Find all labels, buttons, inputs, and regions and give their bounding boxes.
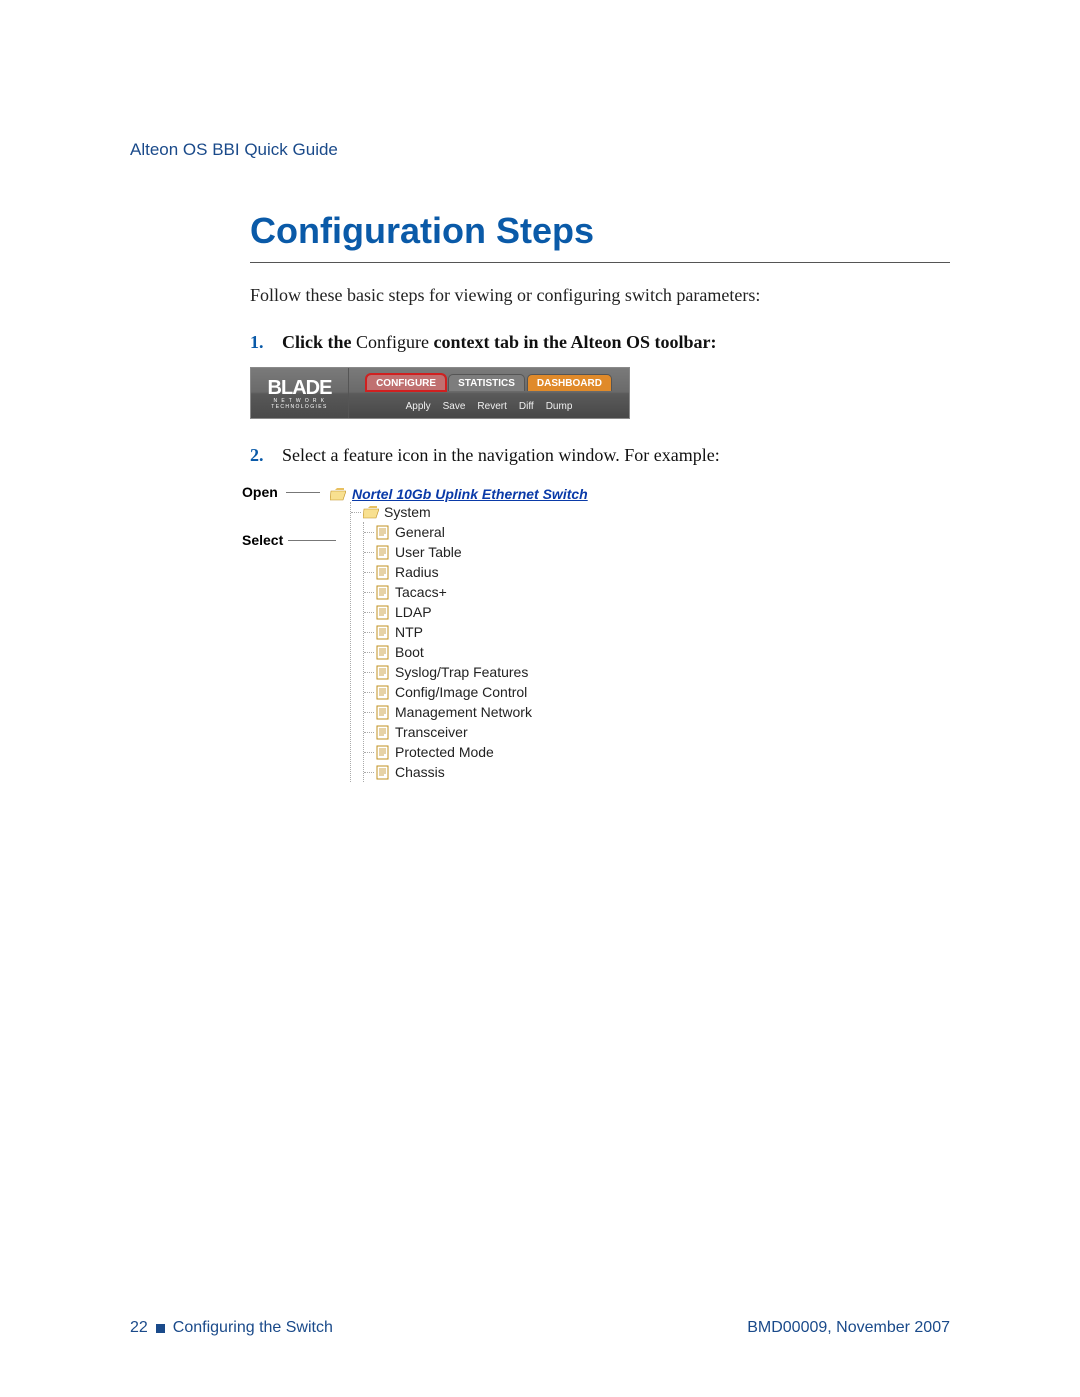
revert-button[interactable]: Revert — [477, 401, 506, 412]
dump-button[interactable]: Dump — [546, 401, 573, 412]
page-icon — [376, 685, 390, 700]
tree-item-label: Chassis — [395, 764, 445, 780]
page-icon — [376, 705, 390, 720]
tree-item[interactable]: Tacacs+ — [364, 582, 630, 602]
callout-line-open — [286, 492, 320, 493]
intro-text: Follow these basic steps for viewing or … — [250, 285, 950, 306]
page-footer: 22 Configuring the Switch BMD00009, Nove… — [130, 1319, 950, 1337]
tree-item-label: Protected Mode — [395, 744, 494, 760]
footer-left: 22 Configuring the Switch — [130, 1319, 333, 1337]
page-icon — [376, 745, 390, 760]
tree-node-system-label: System — [384, 504, 431, 520]
page-icon — [376, 725, 390, 740]
callout-open: Open — [242, 484, 278, 500]
tree-item-label: Management Network — [395, 704, 532, 720]
tree-root[interactable]: Nortel 10Gb Uplink Ethernet Switch — [330, 486, 630, 502]
tab-configure[interactable]: CONFIGURE — [366, 374, 446, 391]
step-2-text: Select a feature icon in the navigation … — [282, 445, 720, 466]
nav-tree-figure: Open Select Nortel 10Gb Uplink Ethernet … — [250, 480, 630, 788]
title-rule — [250, 262, 950, 263]
page-icon — [376, 605, 390, 620]
tree-item[interactable]: NTP — [364, 622, 630, 642]
header-guide-title: Alteon OS BBI Quick Guide — [130, 140, 950, 160]
step-1: 1. Click the Configure context tab in th… — [250, 332, 950, 353]
blade-logo: BLADE N E T W O R K TECHNOLOGIES — [251, 368, 349, 418]
tree-item[interactable]: General — [364, 522, 630, 542]
callout-select: Select — [242, 532, 283, 548]
toolbar-figure: BLADE N E T W O R K TECHNOLOGIES CONFIGU… — [250, 367, 630, 419]
blade-logo-main: BLADE — [268, 377, 332, 400]
tree-item[interactable]: Management Network — [364, 702, 630, 722]
tree-root-label[interactable]: Nortel 10Gb Uplink Ethernet Switch — [352, 486, 588, 502]
tree-item-label: NTP — [395, 624, 423, 640]
tree-item-label: Config/Image Control — [395, 684, 527, 700]
page-icon — [376, 645, 390, 660]
tree-item[interactable]: Protected Mode — [364, 742, 630, 762]
page-icon — [376, 585, 390, 600]
page-icon — [376, 545, 390, 560]
step-1-text-b: Configure — [356, 332, 429, 352]
tree-item-label: LDAP — [395, 604, 432, 620]
tree-item-label: Tacacs+ — [395, 584, 447, 600]
tree-item[interactable]: Transceiver — [364, 722, 630, 742]
tree-item-label: Syslog/Trap Features — [395, 664, 528, 680]
page-icon — [376, 625, 390, 640]
step-2-number: 2. — [250, 445, 270, 466]
footer-section: Configuring the Switch — [173, 1319, 333, 1337]
tab-dashboard[interactable]: DASHBOARD — [527, 374, 612, 391]
page-icon — [376, 765, 390, 780]
page-icon — [376, 665, 390, 680]
toolbar-tabs: CONFIGURE STATISTICS DASHBOARD — [349, 368, 629, 394]
tree-system-children: General User Table Radius Tacacs+ LDAP NTP Boo… — [363, 522, 630, 782]
tab-statistics[interactable]: STATISTICS — [448, 374, 525, 391]
footer-docid: BMD00009, November 2007 — [747, 1319, 950, 1337]
tree-item-label: User Table — [395, 544, 462, 560]
save-button[interactable]: Save — [443, 401, 466, 412]
tree-item[interactable]: User Table — [364, 542, 630, 562]
tree-item[interactable]: Radius — [364, 562, 630, 582]
step-1-text-c: context tab in the Alteon OS toolbar: — [429, 332, 717, 352]
step-1-number: 1. — [250, 332, 270, 353]
tree-children: System General User Table Radius Tacacs+ LDA… — [350, 502, 630, 782]
page-number: 22 — [130, 1319, 148, 1337]
tree-item-label: Boot — [395, 644, 424, 660]
tree-item[interactable]: Chassis — [364, 762, 630, 782]
footer-square-icon — [156, 1324, 165, 1333]
folder-open-icon — [363, 506, 379, 519]
tree-node-system[interactable]: System — [351, 502, 630, 522]
tree-item-label: Radius — [395, 564, 439, 580]
step-2: 2. Select a feature icon in the navigati… — [250, 445, 950, 466]
tree-item-label: General — [395, 524, 445, 540]
step-1-text-a: Click the — [282, 332, 356, 352]
page-title: Configuration Steps — [250, 210, 950, 252]
apply-button[interactable]: Apply — [406, 401, 431, 412]
tree-item[interactable]: Config/Image Control — [364, 682, 630, 702]
tree-item[interactable]: LDAP — [364, 602, 630, 622]
page-icon — [376, 565, 390, 580]
tree-item[interactable]: Boot — [364, 642, 630, 662]
blade-logo-sub2: TECHNOLOGIES — [271, 404, 328, 410]
callout-line-select — [288, 540, 336, 541]
tree-item-label: Transceiver — [395, 724, 468, 740]
folder-open-icon — [330, 488, 346, 501]
tree-item[interactable]: Syslog/Trap Features — [364, 662, 630, 682]
page-icon — [376, 525, 390, 540]
step-1-text: Click the Configure context tab in the A… — [282, 332, 716, 353]
diff-button[interactable]: Diff — [519, 401, 534, 412]
toolbar-right: CONFIGURE STATISTICS DASHBOARD Apply Sav… — [349, 368, 629, 418]
toolbar-buttons: Apply Save Revert Diff Dump — [349, 394, 629, 418]
